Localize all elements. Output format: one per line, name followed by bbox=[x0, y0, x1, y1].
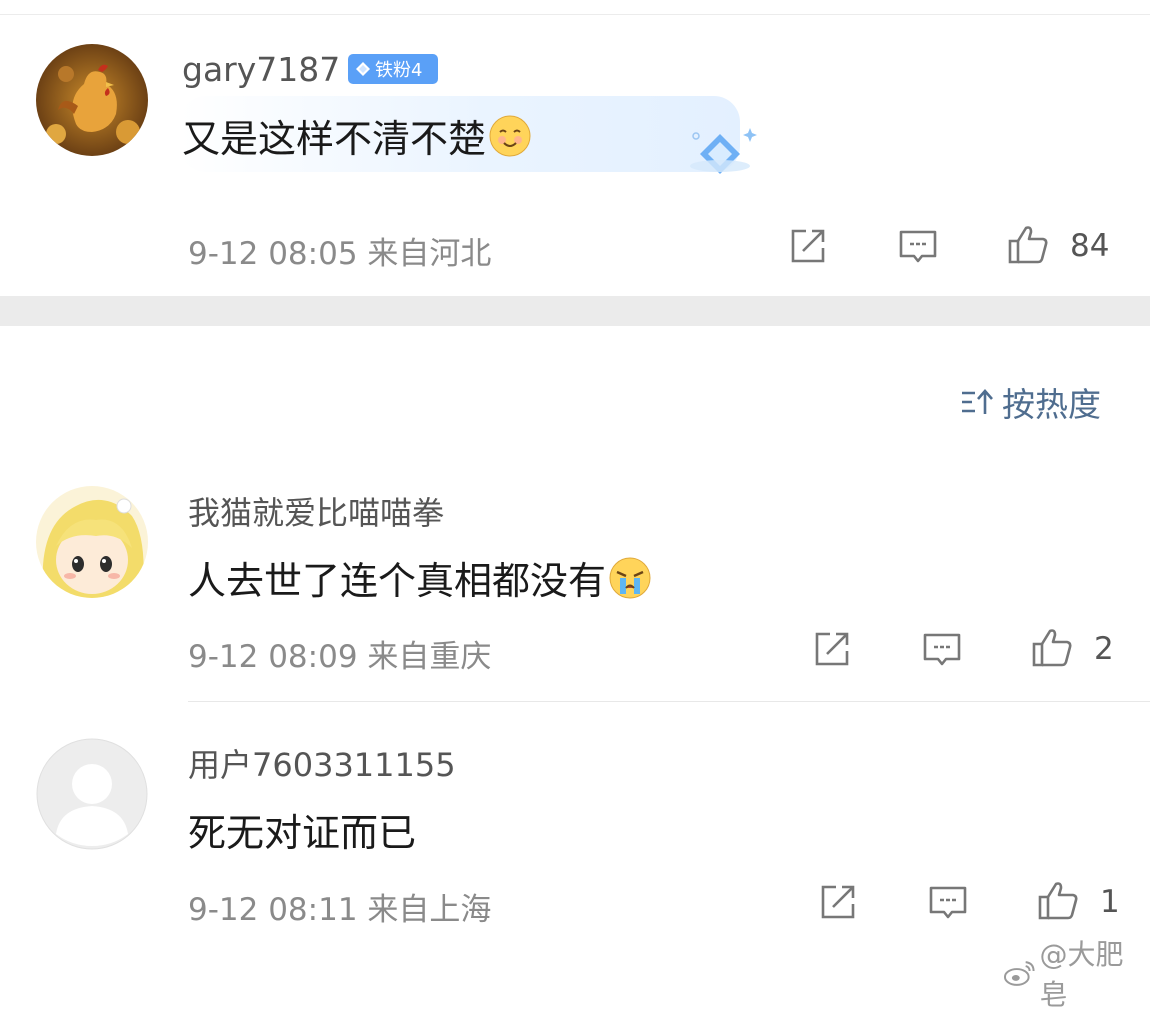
like-count: 84 bbox=[1070, 228, 1110, 264]
diamond-icon bbox=[356, 62, 370, 76]
comment-icon[interactable] bbox=[896, 224, 940, 268]
watermark-text: @大肥皂 bbox=[1039, 938, 1124, 1011]
sort-icon bbox=[962, 389, 993, 414]
sort-by-hot-button[interactable]: 按热度 bbox=[960, 380, 1101, 424]
comment-meta: 9-12 08:11 来自上海 bbox=[188, 884, 491, 929]
comment-time: 9-12 08:09 bbox=[188, 639, 358, 675]
crying-face-emoji bbox=[608, 556, 652, 600]
comment-icon[interactable] bbox=[926, 880, 970, 924]
diamond-sparkle-icon bbox=[688, 122, 760, 184]
like-icon[interactable] bbox=[1006, 222, 1050, 266]
comment-icon[interactable] bbox=[920, 627, 964, 671]
comment-meta: 9-12 08:05 来自河北 bbox=[188, 228, 491, 273]
comment-text-content: 又是这样不清不楚 bbox=[182, 117, 487, 161]
badge-label: 铁粉4 bbox=[375, 60, 423, 81]
comment-text: 死无对证而已 bbox=[188, 811, 417, 855]
comment-time: 9-12 08:05 bbox=[188, 236, 358, 272]
like-count: 2 bbox=[1094, 631, 1114, 667]
comment-text: 又是这样不清不楚 bbox=[182, 108, 532, 163]
like-icon[interactable] bbox=[1030, 625, 1074, 669]
sort-label: 按热度 bbox=[1002, 385, 1101, 424]
comment-time: 9-12 08:11 bbox=[188, 892, 358, 928]
share-icon[interactable] bbox=[786, 224, 830, 268]
comment-location: 来自上海 bbox=[367, 892, 492, 928]
section-separator bbox=[0, 296, 1150, 326]
comment-location: 来自河北 bbox=[367, 236, 492, 272]
watermark: @大肥皂 bbox=[1002, 938, 1150, 1011]
comment-username[interactable]: gary7187 bbox=[182, 50, 340, 89]
fan-badge[interactable]: 铁粉4 bbox=[348, 54, 438, 84]
comment-username[interactable]: 用户7603311155 bbox=[188, 740, 456, 786]
share-icon[interactable] bbox=[816, 880, 860, 924]
row-divider bbox=[188, 701, 1150, 702]
top-divider bbox=[0, 14, 1150, 15]
comment-meta: 9-12 08:09 来自重庆 bbox=[188, 631, 491, 676]
comment-location: 来自重庆 bbox=[367, 639, 492, 675]
comment-username[interactable]: 我猫就爱比喵喵拳 bbox=[188, 488, 444, 534]
share-icon[interactable] bbox=[810, 627, 854, 671]
weibo-logo-icon bbox=[1003, 961, 1035, 986]
like-count: 1 bbox=[1100, 884, 1120, 920]
comment-text-content: 人去世了连个真相都没有 bbox=[188, 559, 607, 603]
comment-text: 人去世了连个真相都没有 bbox=[188, 550, 652, 605]
like-icon[interactable] bbox=[1036, 878, 1080, 922]
avatar-rooster[interactable] bbox=[36, 44, 148, 156]
avatar-anime-girl[interactable] bbox=[36, 486, 148, 598]
smiling-face-emoji bbox=[488, 114, 532, 158]
avatar-default[interactable] bbox=[36, 738, 148, 850]
